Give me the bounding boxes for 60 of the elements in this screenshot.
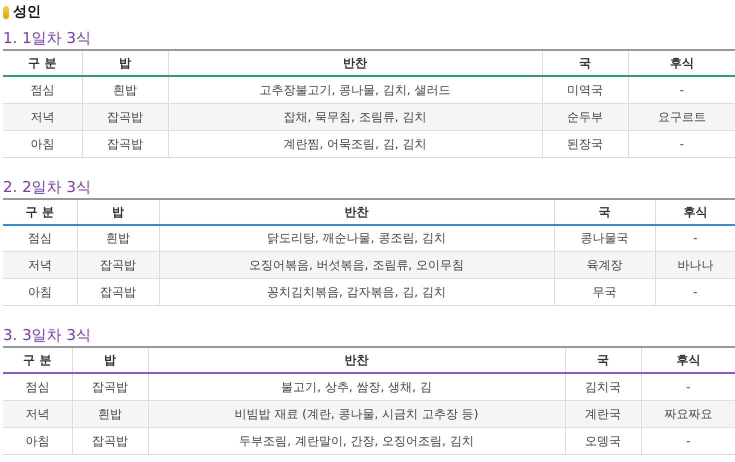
section-heading: 2. 2일차 3식 xyxy=(3,178,92,196)
column-header: 밥 xyxy=(82,50,168,76)
table-cell: 오징어볶음, 버섯볶음, 조림류, 오이무침 xyxy=(159,252,554,278)
table-cell: 아침 xyxy=(3,130,82,157)
table-cell: 바나나 xyxy=(655,252,735,278)
column-header: 국 xyxy=(542,50,628,76)
table-cell: 오뎅국 xyxy=(565,427,641,454)
table-cell: 잡곡밥 xyxy=(77,278,159,306)
column-header: 국 xyxy=(554,198,655,224)
column-header: 후식 xyxy=(628,50,735,76)
table-cell: - xyxy=(628,130,735,157)
column-header: 국 xyxy=(565,347,641,373)
table-cell: 짜요짜요 xyxy=(641,400,735,427)
table-cell: 순두부 xyxy=(542,103,628,130)
page-title: 성인 xyxy=(13,2,41,22)
table-cell: 흰밥 xyxy=(82,76,168,103)
column-header: 후식 xyxy=(641,347,735,373)
table-cell: 저녁 xyxy=(3,252,77,278)
table-cell: 잡곡밥 xyxy=(82,130,168,157)
table-cell: - xyxy=(641,427,735,454)
column-header: 구 분 xyxy=(3,347,72,373)
table-cell: 미역국 xyxy=(542,76,628,103)
table-cell: 무국 xyxy=(554,278,655,306)
column-header: 반찬 xyxy=(148,347,565,373)
table-cell: 요구르트 xyxy=(628,103,735,130)
table-cell: 잡곡밥 xyxy=(72,427,148,454)
column-header: 밥 xyxy=(72,347,148,373)
table-cell: 육계장 xyxy=(554,252,655,278)
table-cell: - xyxy=(655,278,735,306)
column-header: 반찬 xyxy=(168,50,542,76)
section-heading: 3. 3일차 3식 xyxy=(3,326,92,344)
table-cell: 아침 xyxy=(3,427,72,454)
table-cell: 계란찜, 어묵조림, 김, 김치 xyxy=(168,130,542,157)
table-cell: 계란국 xyxy=(565,400,641,427)
table-cell: 꽁치김치볶음, 감자볶음, 김, 김치 xyxy=(159,278,554,306)
column-header: 구 분 xyxy=(3,50,82,76)
table-cell: 두부조림, 계란말이, 간장, 오징어조림, 김치 xyxy=(148,427,565,454)
table-cell: 아침 xyxy=(3,278,77,306)
table-cell: 된장국 xyxy=(542,130,628,157)
section-heading: 1. 1일차 3식 xyxy=(3,29,92,47)
table-cell: 흰밥 xyxy=(72,400,148,427)
table-cell: - xyxy=(641,373,735,400)
table-cell: 잡곡밥 xyxy=(72,373,148,400)
column-header: 구 분 xyxy=(3,198,77,224)
table-cell: 불고기, 상추, 쌈장, 생채, 김 xyxy=(148,373,565,400)
table-cell: - xyxy=(628,76,735,103)
table-cell: 김치국 xyxy=(565,373,641,400)
column-header: 반찬 xyxy=(159,198,554,224)
table-cell: 비빔밥 재료 (계란, 콩나물, 시금치 고추장 등) xyxy=(148,400,565,427)
bullet-icon xyxy=(3,6,9,18)
table-cell: 고추장불고기, 콩나물, 김치, 샐러드 xyxy=(168,76,542,103)
table-cell: 점심 xyxy=(3,76,82,103)
column-header: 밥 xyxy=(77,198,159,224)
table-cell: 저녁 xyxy=(3,103,82,130)
table-cell: 잡채, 묵무침, 조림류, 김치 xyxy=(168,103,542,130)
table-cell: 점심 xyxy=(3,373,72,400)
table-cell: 저녁 xyxy=(3,400,72,427)
table-cell: 잡곡밥 xyxy=(77,252,159,278)
table-cell: 잡곡밥 xyxy=(82,103,168,130)
column-header: 후식 xyxy=(655,198,735,224)
